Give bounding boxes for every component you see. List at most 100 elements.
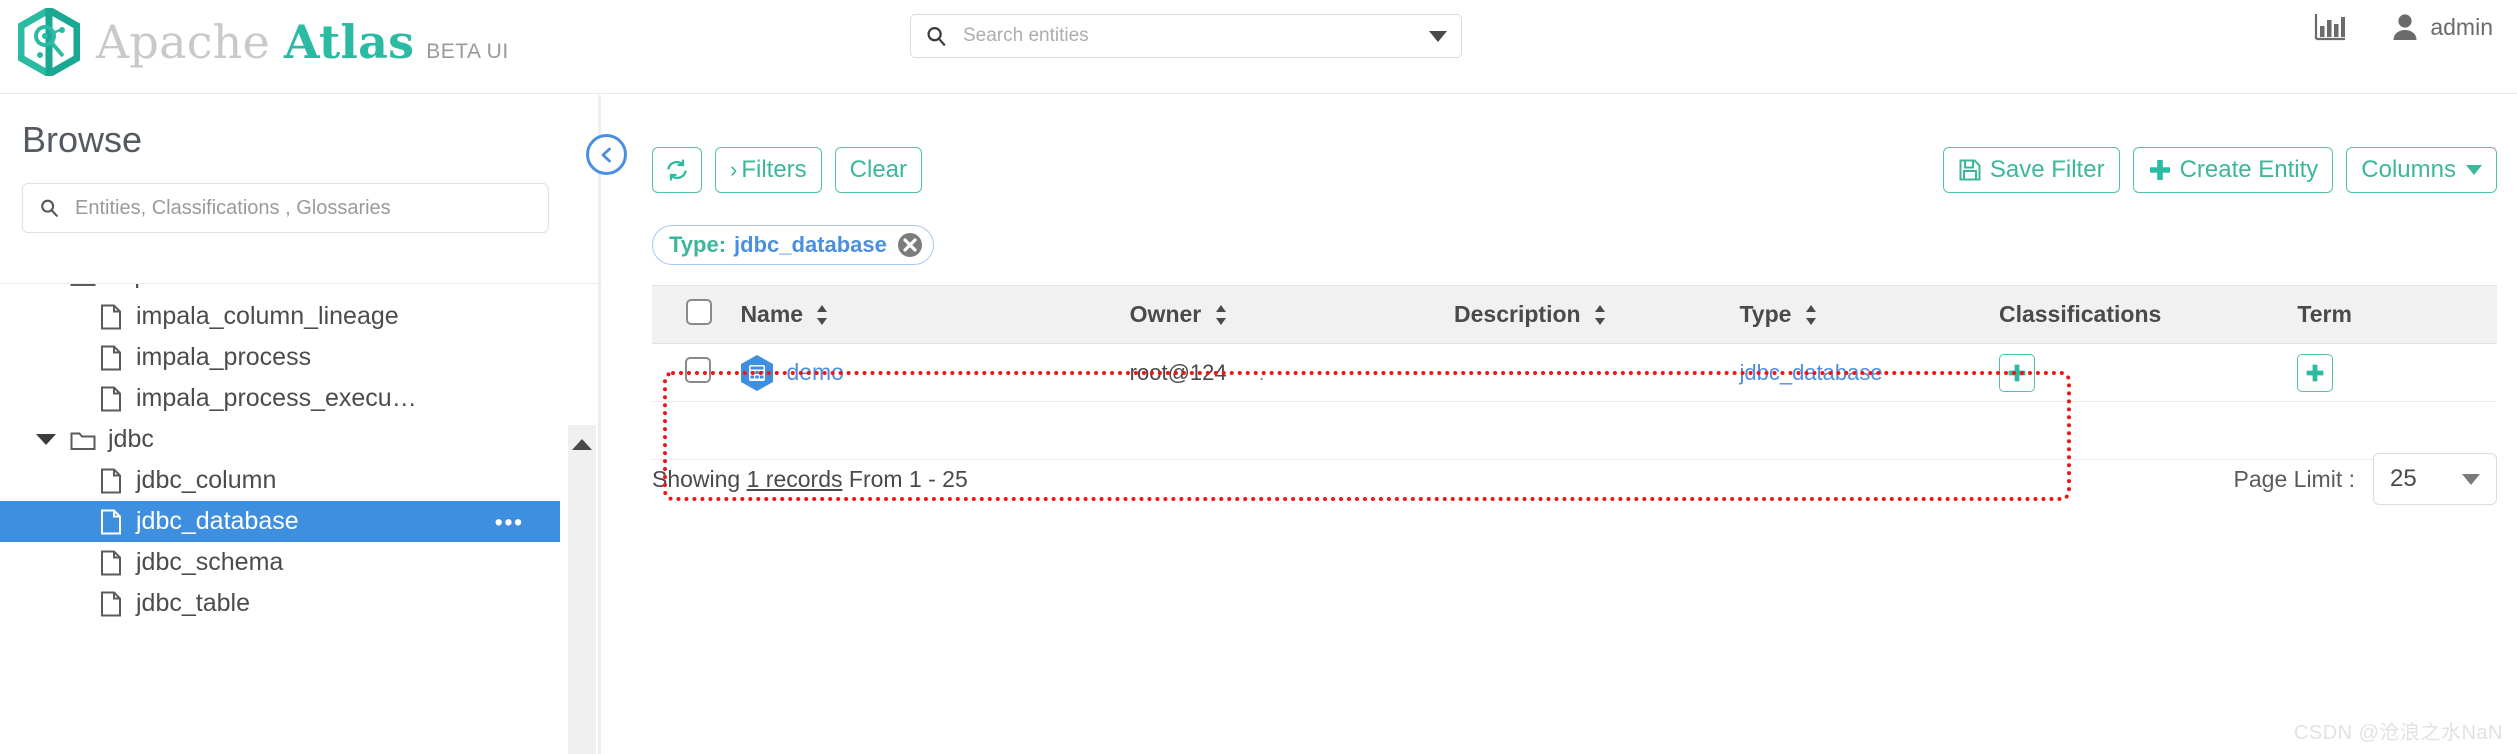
columns-button[interactable]: Columns bbox=[2346, 147, 2497, 193]
owner-extra: . bbox=[1258, 362, 1265, 385]
tree-item-label: jdbc_schema bbox=[136, 548, 284, 576]
chevron-left-icon bbox=[598, 146, 616, 164]
column-header-label: Owner bbox=[1129, 301, 1202, 327]
database-hexagon-icon bbox=[740, 354, 774, 392]
sort-icon[interactable] bbox=[1805, 300, 1817, 327]
caret-down-icon bbox=[2462, 473, 2480, 485]
filter-chip-key: Type: bbox=[669, 232, 727, 257]
entity-type-link[interactable]: jdbc_database bbox=[1739, 360, 1882, 385]
caret-up-icon[interactable] bbox=[572, 439, 592, 450]
brand[interactable]: Apache Atlas BETA UI bbox=[17, 3, 509, 81]
search-results-panel: › Filters Clear Save Filter Create Entit… bbox=[604, 95, 2517, 754]
folder-icon bbox=[70, 284, 96, 287]
tree-item-label: jdbc_database bbox=[136, 507, 299, 535]
chevron-down-icon[interactable] bbox=[1429, 30, 1447, 42]
entity-name-link[interactable]: demo bbox=[786, 359, 844, 386]
sidebar-search-input[interactable] bbox=[73, 195, 532, 221]
tree-item-jdbc-schema[interactable]: jdbc_schema bbox=[0, 542, 560, 583]
row-checkbox[interactable] bbox=[685, 356, 712, 383]
page-limit-label: Page Limit : bbox=[2233, 465, 2355, 492]
showing-count[interactable]: 1 records bbox=[747, 466, 843, 492]
filter-chip-type[interactable]: Type: jdbc_database bbox=[652, 225, 934, 265]
bar-chart-icon[interactable] bbox=[2314, 12, 2346, 42]
sidebar: Browse impala bbox=[0, 95, 601, 754]
column-header-label: Description bbox=[1454, 301, 1581, 327]
sidebar-scrollbar[interactable] bbox=[568, 425, 596, 754]
tree-item-impala[interactable]: impala bbox=[0, 284, 560, 296]
column-header-name[interactable]: Name bbox=[732, 285, 1122, 344]
ellipsis-icon[interactable]: ••• bbox=[495, 510, 524, 532]
file-icon bbox=[100, 304, 122, 330]
results-table: Name Owner Description Type Classificati… bbox=[652, 285, 2497, 460]
tree-item-jdbc[interactable]: jdbc bbox=[0, 419, 560, 460]
brand-apache-text: Apache bbox=[96, 15, 270, 69]
tree-item-label: impala_column_lineage bbox=[136, 302, 399, 330]
column-header-classifications: Classifications bbox=[1990, 285, 2290, 344]
close-circle-icon[interactable] bbox=[897, 232, 923, 258]
results-toolbar-left: › Filters Clear bbox=[652, 147, 923, 193]
column-header-description[interactable]: Description bbox=[1446, 285, 1732, 344]
caret-down-icon[interactable] bbox=[36, 434, 56, 445]
tree-item-jdbc-table[interactable]: jdbc_table bbox=[0, 583, 560, 624]
save-filter-button[interactable]: Save Filter bbox=[1942, 147, 2120, 193]
browse-tree: impala impala_column_lineage impala_proc… bbox=[0, 284, 560, 754]
sidebar-collapse-button[interactable] bbox=[586, 134, 627, 175]
sort-icon[interactable] bbox=[1594, 300, 1606, 327]
sort-icon[interactable] bbox=[816, 300, 828, 327]
search-input[interactable] bbox=[961, 15, 1419, 57]
brand-atlas-text: Atlas bbox=[283, 15, 415, 69]
filters-button[interactable]: › Filters bbox=[715, 147, 822, 193]
tree-item-label: jdbc bbox=[108, 425, 154, 453]
create-entity-label: Create Entity bbox=[2179, 156, 2319, 183]
column-header-label: Name bbox=[740, 301, 804, 327]
sidebar-search-box[interactable] bbox=[22, 183, 549, 233]
row-term-cell bbox=[2289, 343, 2497, 402]
file-icon bbox=[100, 386, 122, 412]
row-owner-cell: root@124 . bbox=[1121, 343, 1447, 402]
save-filter-label: Save Filter bbox=[1989, 156, 2105, 183]
tree-item-jdbc-column[interactable]: jdbc_column bbox=[0, 460, 560, 501]
table-empty-row bbox=[652, 401, 2497, 460]
row-description-cell bbox=[1446, 343, 1732, 402]
table-header-row: Name Owner Description Type Classificati… bbox=[652, 285, 2497, 344]
row-select-cell bbox=[652, 343, 733, 402]
save-icon bbox=[1958, 158, 1982, 182]
tree-item-jdbc-database[interactable]: jdbc_database ••• bbox=[0, 501, 560, 542]
page-limit-control: Page Limit : 25 bbox=[2234, 453, 2497, 505]
column-header-type[interactable]: Type bbox=[1731, 285, 1991, 344]
column-header-owner[interactable]: Owner bbox=[1121, 285, 1447, 344]
filter-chip-value: jdbc_database bbox=[734, 232, 887, 257]
chevron-right-icon: › bbox=[730, 157, 738, 182]
caret-down-icon bbox=[2466, 165, 2482, 175]
atlas-app-window: Apache Atlas BETA UI Search entities adm… bbox=[0, 0, 2517, 754]
clear-button[interactable]: Clear bbox=[834, 147, 923, 193]
row-type-cell: jdbc_database bbox=[1731, 343, 1991, 402]
tree-item-impala-process[interactable]: impala_process bbox=[0, 337, 560, 378]
results-count: Showing 1 records From 1 - 25 bbox=[652, 466, 968, 493]
user-menu[interactable]: admin bbox=[2392, 13, 2493, 41]
refresh-icon bbox=[665, 158, 689, 182]
tree-item-label: impala bbox=[108, 284, 182, 290]
global-search-box[interactable] bbox=[910, 14, 1462, 58]
add-classification-button[interactable] bbox=[1998, 353, 2035, 392]
app-header: Apache Atlas BETA UI Search entities adm… bbox=[0, 0, 2517, 94]
file-icon bbox=[100, 550, 122, 576]
add-term-button[interactable] bbox=[2297, 353, 2334, 392]
watermark: CSDN @沧浪之水NaN bbox=[2293, 722, 2503, 744]
filters-button-label: Filters bbox=[741, 156, 807, 183]
file-icon bbox=[100, 468, 122, 494]
create-entity-button[interactable]: Create Entity bbox=[2132, 147, 2334, 193]
page-limit-select[interactable]: 25 bbox=[2373, 453, 2497, 505]
table-row[interactable]: demo root@124 . jdbc_database bbox=[652, 343, 2497, 402]
select-all-checkbox[interactable] bbox=[686, 298, 713, 325]
showing-suffix: From 1 - 25 bbox=[848, 466, 968, 492]
refresh-button[interactable] bbox=[652, 147, 702, 193]
tree-item-impala-process-execution[interactable]: impala_process_execu… bbox=[0, 378, 560, 419]
sort-icon[interactable] bbox=[1215, 300, 1227, 327]
tree-item-label: impala_process bbox=[136, 343, 312, 371]
column-header-label: Type bbox=[1739, 301, 1792, 327]
tree-item-impala-column-lineage[interactable]: impala_column_lineage bbox=[0, 296, 560, 337]
user-name-label: admin bbox=[2430, 13, 2493, 40]
brand-beta-text: BETA UI bbox=[426, 40, 509, 63]
column-header-label: Term bbox=[2297, 301, 2352, 327]
